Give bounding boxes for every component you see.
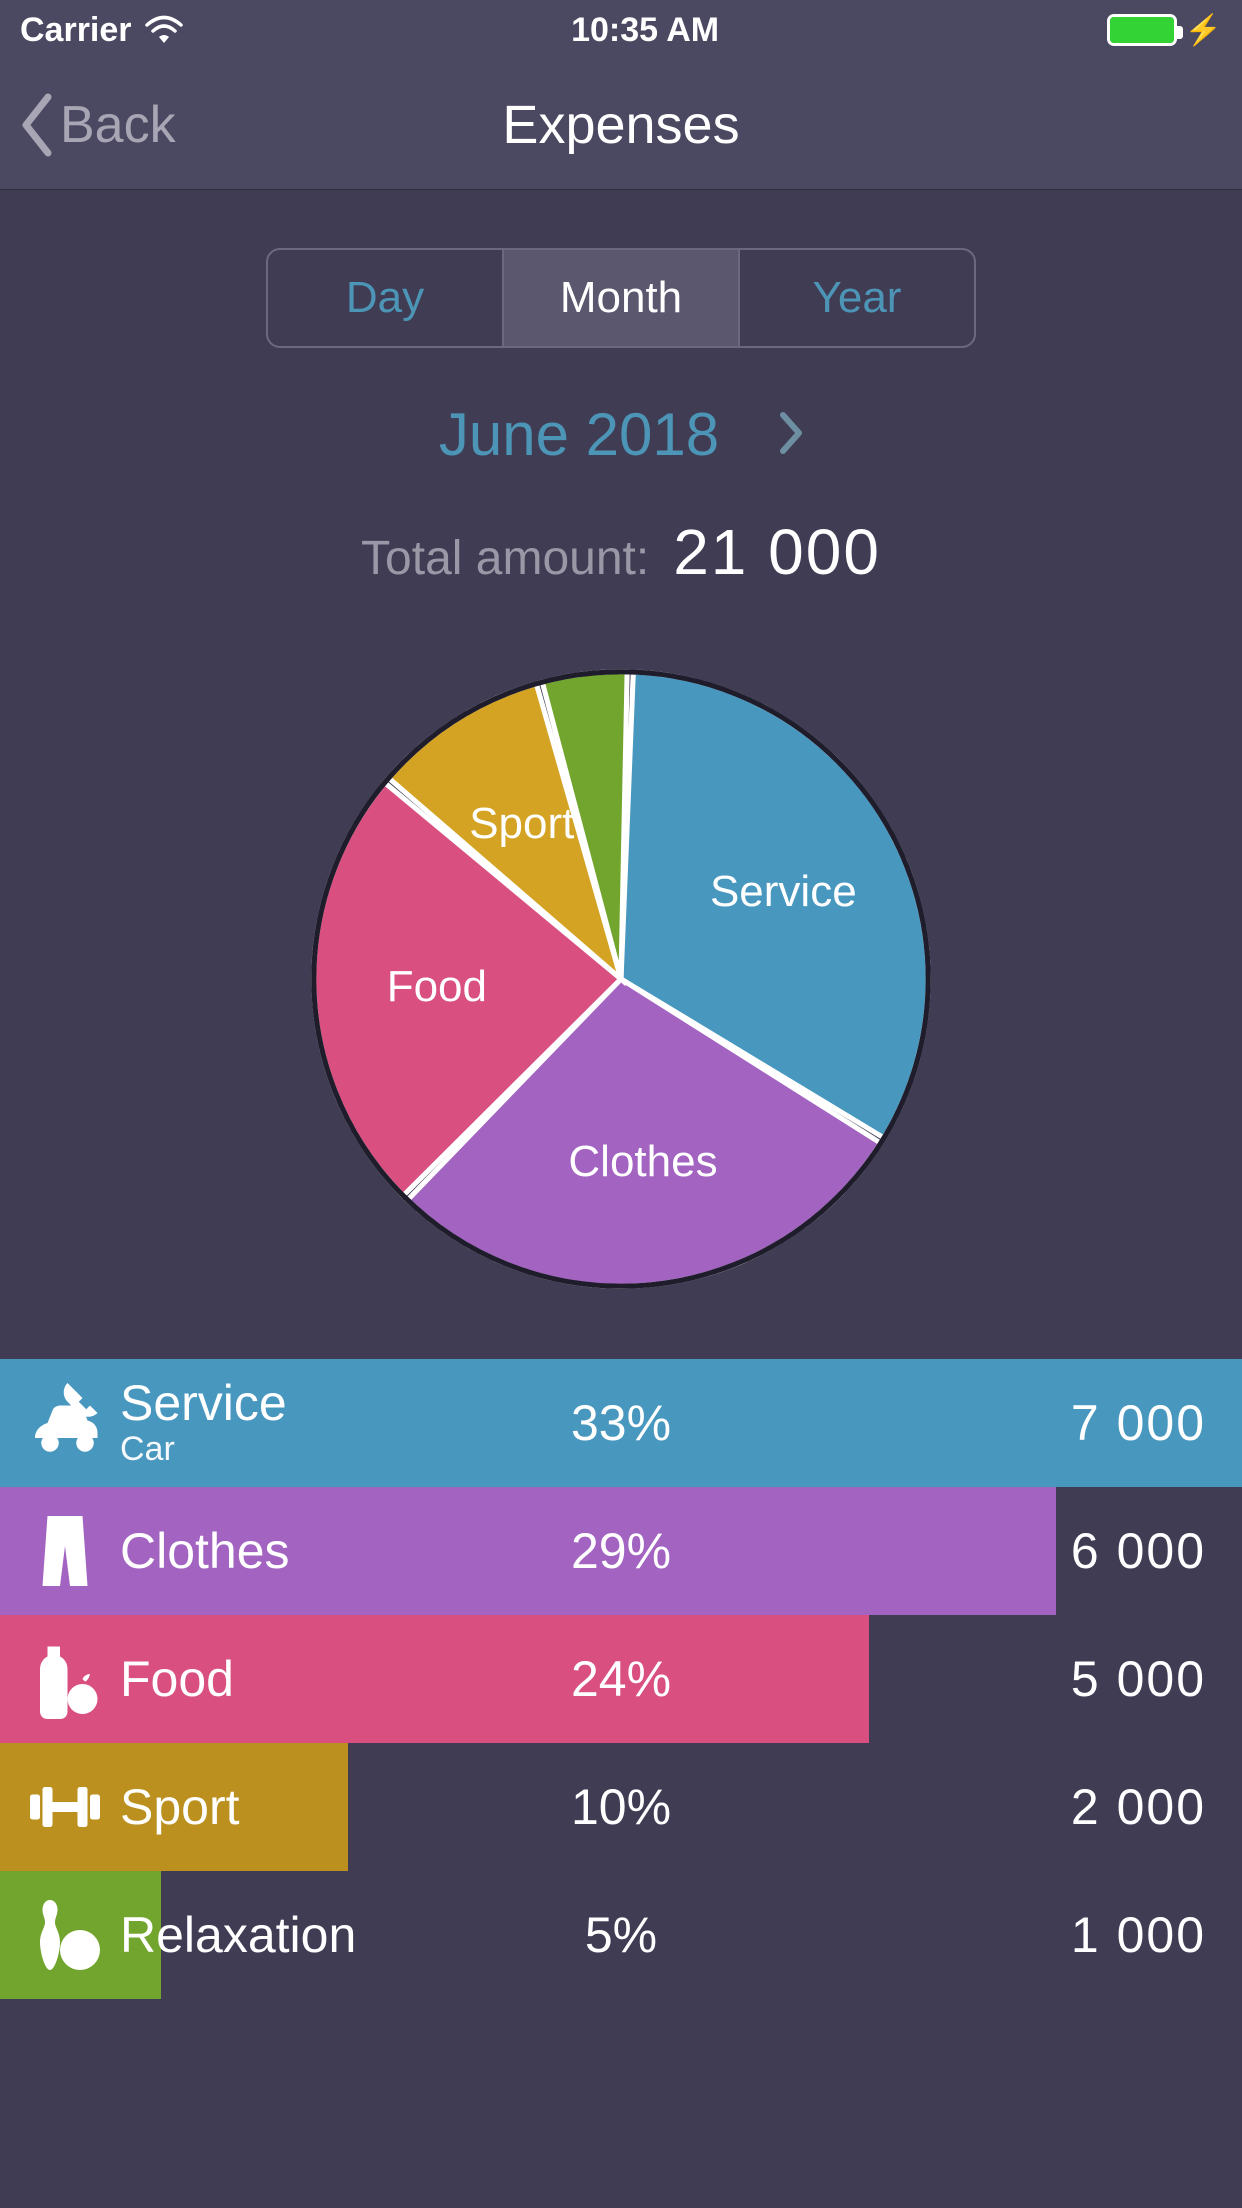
back-button[interactable]: Back	[0, 93, 176, 157]
status-left: Carrier	[20, 11, 184, 50]
page-title: Expenses	[0, 94, 1242, 156]
total-value: 21 000	[673, 515, 881, 589]
pie-label-food: Food	[387, 962, 487, 1012]
tab-year[interactable]: Year	[740, 250, 974, 346]
row-name: Clothes	[120, 1525, 290, 1578]
nav-bar: Back Expenses	[0, 60, 1242, 190]
category-row-clothes[interactable]: Clothes 29% 6 000	[0, 1487, 1242, 1615]
total-label: Total amount:	[361, 531, 649, 586]
chevron-left-icon	[18, 93, 54, 157]
row-name: Food	[120, 1653, 234, 1706]
period-selector: June 2018	[0, 400, 1242, 469]
bowling-icon	[20, 1890, 110, 1980]
back-label: Back	[60, 95, 176, 155]
car-wrench-icon	[20, 1378, 110, 1468]
row-amount: 5 000	[1071, 1650, 1206, 1708]
row-subtitle: Car	[120, 1430, 287, 1469]
tab-day[interactable]: Day	[268, 250, 504, 346]
row-name: Sport	[120, 1781, 240, 1834]
pants-icon	[20, 1506, 110, 1596]
row-percent: 33%	[571, 1394, 671, 1452]
row-amount: 7 000	[1071, 1394, 1206, 1452]
total-row: Total amount: 21 000	[0, 515, 1242, 589]
category-list: ServiceCar 33% 7 000 Clothes 29% 6 000 Food 24%…	[0, 1359, 1242, 1999]
row-name: Service	[120, 1377, 287, 1430]
pie-label-service: Service	[710, 867, 857, 917]
expenses-pie-chart: Service Clothes Food Sport	[301, 659, 941, 1299]
clock: 10:35 AM	[571, 11, 719, 50]
pie-label-clothes: Clothes	[568, 1137, 717, 1187]
category-row-relaxation[interactable]: Relaxation 5% 1 000	[0, 1871, 1242, 1999]
row-name: Relaxation	[120, 1909, 356, 1962]
period-next-button[interactable]	[779, 400, 803, 469]
row-amount: 1 000	[1071, 1906, 1206, 1964]
status-bar: Carrier 10:35 AM ⚡	[0, 0, 1242, 60]
period-label[interactable]: June 2018	[439, 400, 719, 469]
row-percent: 5%	[585, 1906, 657, 1964]
period-segmented-control: Day Month Year	[266, 248, 976, 348]
dumbbell-icon	[20, 1762, 110, 1852]
charging-icon: ⚡	[1185, 13, 1222, 48]
status-right: ⚡	[1107, 13, 1222, 48]
row-amount: 2 000	[1071, 1778, 1206, 1836]
category-row-service[interactable]: ServiceCar 33% 7 000	[0, 1359, 1242, 1487]
pie-label-sport: Sport	[469, 799, 574, 849]
category-row-food[interactable]: Food 24% 5 000	[0, 1615, 1242, 1743]
wifi-icon	[144, 15, 184, 45]
carrier-label: Carrier	[20, 11, 132, 50]
row-percent: 29%	[571, 1522, 671, 1580]
row-percent: 24%	[571, 1650, 671, 1708]
bottle-apple-icon	[20, 1634, 110, 1724]
row-amount: 6 000	[1071, 1522, 1206, 1580]
row-percent: 10%	[571, 1778, 671, 1836]
category-row-sport[interactable]: Sport 10% 2 000	[0, 1743, 1242, 1871]
battery-icon	[1107, 14, 1177, 46]
tab-month[interactable]: Month	[504, 250, 740, 346]
chevron-right-icon	[779, 411, 803, 455]
